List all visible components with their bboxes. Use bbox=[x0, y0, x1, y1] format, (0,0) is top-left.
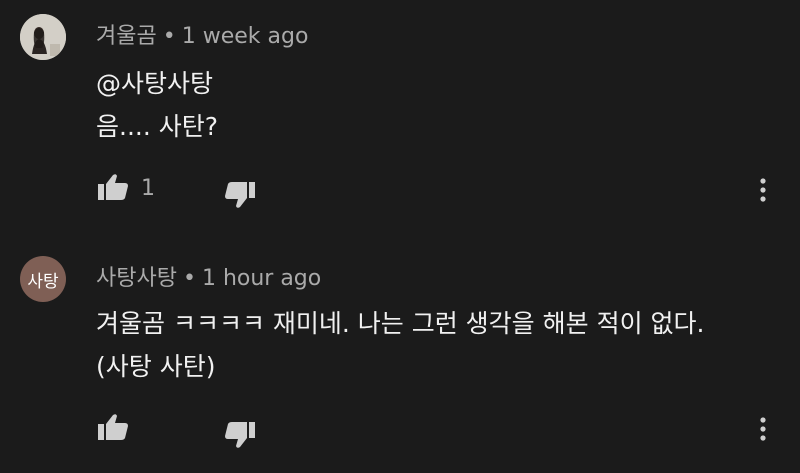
user-photo-icon bbox=[20, 14, 66, 60]
more-vertical-icon bbox=[760, 417, 766, 441]
comment-time[interactable]: 1 week ago bbox=[182, 24, 309, 49]
comment-meta: 사탕사탕 • 1 hour ago bbox=[96, 260, 321, 292]
avatar-initial: 사탕 bbox=[27, 271, 59, 292]
author-name[interactable]: 겨울곰 bbox=[96, 24, 157, 49]
comment-time[interactable]: 1 hour ago bbox=[202, 266, 321, 291]
meta-separator: • bbox=[182, 266, 196, 291]
thumbs-up-icon bbox=[98, 174, 128, 200]
more-options-button[interactable] bbox=[752, 175, 774, 205]
more-options-button[interactable] bbox=[752, 414, 774, 444]
comment-item: 겨울곰 • 1 week ago @사탕사탕 음.... 사탄? 1 bbox=[0, 0, 800, 230]
thumbs-down-icon bbox=[225, 182, 255, 208]
comment-text-line: 겨울곰 ㅋㅋㅋㅋ 재미네. 나는 그런 생각을 해본 적이 없다. bbox=[96, 309, 705, 338]
author-avatar[interactable] bbox=[20, 14, 66, 60]
more-vertical-icon bbox=[760, 178, 766, 202]
comment-text-line: 음.... 사탄? bbox=[96, 112, 219, 141]
like-button[interactable] bbox=[97, 172, 129, 202]
comment-meta: 겨울곰 • 1 week ago bbox=[96, 18, 308, 50]
comment-text-line: @사탕사탕 bbox=[96, 69, 214, 98]
author-avatar[interactable]: 사탕 bbox=[20, 256, 66, 302]
thumbs-up-icon bbox=[98, 414, 128, 440]
like-button[interactable] bbox=[97, 412, 129, 442]
comment-item: 사탕 사탕사탕 • 1 hour ago 겨울곰 ㅋㅋㅋㅋ 재미네. 나는 그런 생… bbox=[0, 230, 800, 473]
meta-separator: • bbox=[162, 24, 176, 49]
dislike-button[interactable] bbox=[224, 420, 256, 450]
like-count: 1 bbox=[141, 176, 155, 201]
dislike-button[interactable] bbox=[224, 180, 256, 210]
comment-text-line: (사탕 사탄) bbox=[96, 352, 216, 381]
thumbs-down-icon bbox=[225, 422, 255, 448]
author-name[interactable]: 사탕사탕 bbox=[96, 266, 177, 291]
